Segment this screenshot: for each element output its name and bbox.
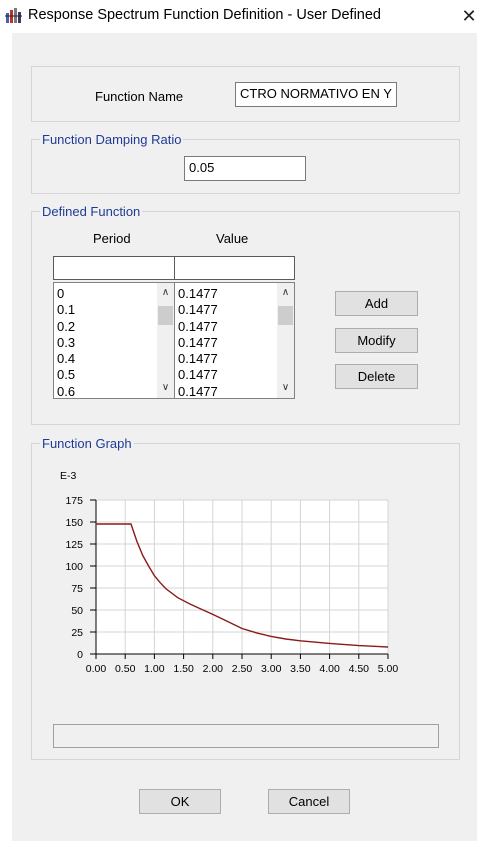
graph-status-field <box>53 724 439 748</box>
function-graph-title: Function Graph <box>40 436 134 451</box>
value-header: Value <box>216 231 249 246</box>
add-button[interactable]: Add <box>335 291 418 316</box>
damping-ratio-title: Function Damping Ratio <box>40 132 184 147</box>
scroll-up-icon[interactable]: ∧ <box>277 285 294 301</box>
close-icon[interactable]: ✕ <box>458 6 480 26</box>
value-input[interactable] <box>174 256 295 280</box>
function-name-group: Function Name CTRO NORMATIVO EN Y <box>31 66 460 122</box>
list-item[interactable]: 0.6 <box>57 384 75 398</box>
list-item[interactable]: 0.4 <box>57 351 75 367</box>
period-list[interactable]: 0 0.1 0.2 0.3 0.4 0.5 0.6 ∧ ∨ <box>53 282 175 399</box>
dialog-body: Function Name CTRO NORMATIVO EN Y Functi… <box>12 33 477 841</box>
value-list[interactable]: 0.1477 0.1477 0.1477 0.1477 0.1477 0.1477 0.14… <box>174 282 295 399</box>
list-item[interactable]: 0.2 <box>57 319 75 335</box>
list-item[interactable]: 0.5 <box>57 367 75 383</box>
list-item[interactable]: 0.1477 <box>178 335 218 351</box>
list-item[interactable]: 0.1477 <box>178 351 218 367</box>
list-item[interactable]: 0.1477 <box>178 302 218 318</box>
cancel-button[interactable]: Cancel <box>268 789 350 814</box>
scroll-thumb[interactable] <box>158 306 173 325</box>
title-bar: Response Spectrum Function Definition - … <box>0 0 489 32</box>
scroll-thumb[interactable] <box>278 306 293 325</box>
list-item[interactable]: 0.3 <box>57 335 75 351</box>
list-item[interactable]: 0.1477 <box>178 319 218 335</box>
damping-ratio-input[interactable]: 0.05 <box>184 156 306 181</box>
list-item[interactable]: 0 <box>57 286 75 302</box>
function-graph-group <box>31 443 460 760</box>
list-item[interactable]: 0.1477 <box>178 384 218 398</box>
list-item[interactable]: 0.1477 <box>178 286 218 302</box>
period-list-items: 0 0.1 0.2 0.3 0.4 0.5 0.6 <box>57 286 75 398</box>
value-scrollbar[interactable]: ∧ ∨ <box>277 283 294 398</box>
ok-button[interactable]: OK <box>139 789 221 814</box>
function-name-label: Function Name <box>95 89 184 104</box>
scroll-down-icon[interactable]: ∨ <box>277 380 294 396</box>
value-list-items: 0.1477 0.1477 0.1477 0.1477 0.1477 0.1477 0.14… <box>178 286 218 398</box>
defined-function-title: Defined Function <box>40 204 143 219</box>
delete-button[interactable]: Delete <box>335 364 418 389</box>
period-input[interactable] <box>53 256 175 280</box>
scroll-up-icon[interactable]: ∧ <box>157 285 174 301</box>
function-name-input[interactable]: CTRO NORMATIVO EN Y <box>235 82 397 107</box>
modify-button[interactable]: Modify <box>335 328 418 353</box>
period-header: Period <box>93 231 131 246</box>
window-title: Response Spectrum Function Definition - … <box>28 7 381 23</box>
period-scrollbar[interactable]: ∧ ∨ <box>157 283 174 398</box>
list-item[interactable]: 0.1477 <box>178 367 218 383</box>
app-icon <box>5 7 22 24</box>
scroll-down-icon[interactable]: ∨ <box>157 380 174 396</box>
list-item[interactable]: 0.1 <box>57 302 75 318</box>
